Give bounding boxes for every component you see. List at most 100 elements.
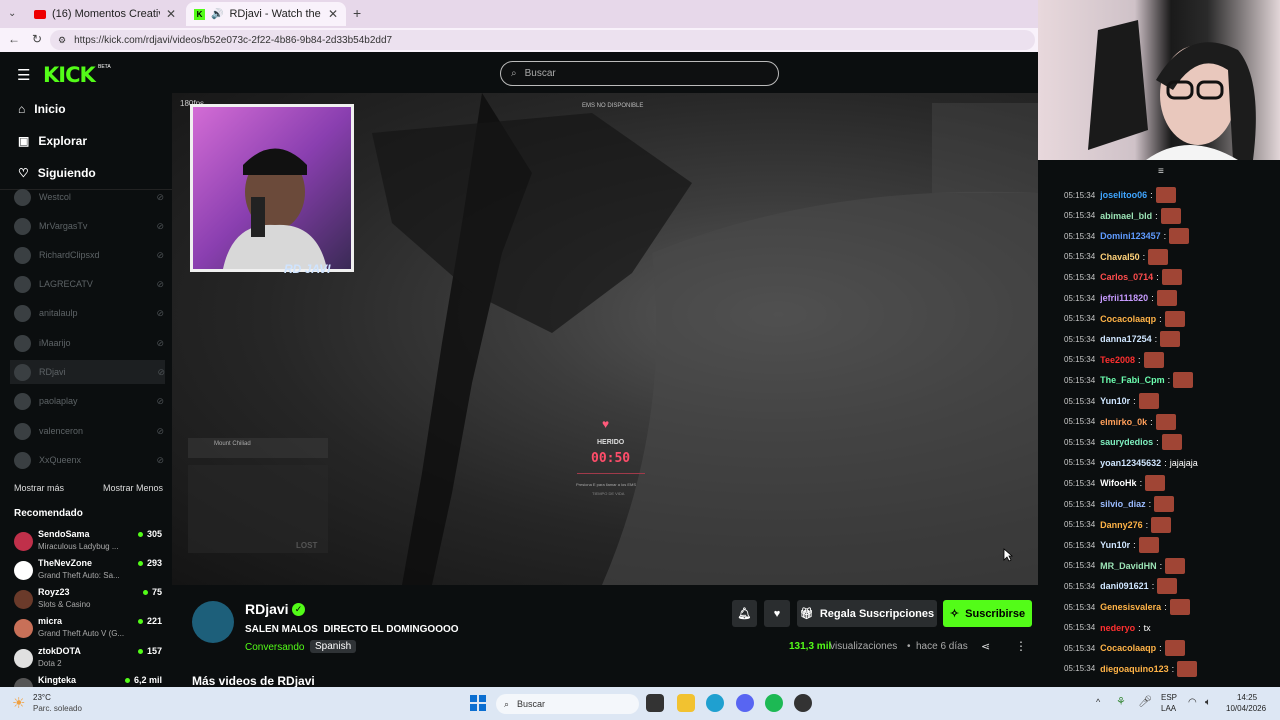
tray-chevron-icon[interactable]: ^ bbox=[1096, 697, 1100, 707]
chat-username[interactable]: Yun10r bbox=[1100, 396, 1130, 406]
recommended-item[interactable]: TheNevZone Grand Theft Auto: Sa... 293 bbox=[14, 558, 164, 586]
following-item[interactable]: RichardClipsxd ⊘ bbox=[14, 243, 164, 267]
chat-username[interactable]: Danny276 bbox=[1100, 520, 1143, 530]
recommended-item[interactable]: Royz23 Slots & Casino 75 bbox=[14, 587, 164, 615]
search-input[interactable]: ⌕ Buscar bbox=[500, 61, 779, 86]
following-item[interactable]: iMaarijo ⊘ bbox=[14, 331, 164, 355]
chat-username[interactable]: Carlos_0714 bbox=[1100, 272, 1153, 282]
nav-explorar[interactable]: ▣ Explorar bbox=[18, 134, 87, 148]
emote-icon bbox=[1169, 599, 1190, 615]
file-explorer-icon[interactable] bbox=[677, 694, 695, 712]
chat-username[interactable]: Domini123457 bbox=[1100, 231, 1161, 241]
chat-username[interactable]: diegoaquino123 bbox=[1100, 664, 1169, 674]
chat-username[interactable]: joselitoo06 bbox=[1100, 190, 1147, 200]
kick-logo[interactable]: KICK bbox=[43, 63, 96, 87]
chat-username[interactable]: nederyo bbox=[1100, 623, 1135, 633]
ems-banner: EMS NO DISPONIBLE bbox=[582, 103, 644, 109]
following-item[interactable]: valenceron ⊘ bbox=[14, 419, 164, 443]
chat-username[interactable]: Tee2008 bbox=[1100, 355, 1135, 365]
recommended-item[interactable]: Kingteka 6,2 mil bbox=[14, 675, 164, 687]
chat-message: 05:15:34 abimael_bld: bbox=[1064, 206, 1181, 226]
discord-icon[interactable] bbox=[736, 694, 754, 712]
chat-username[interactable]: Yun10r bbox=[1100, 540, 1130, 550]
taskbar-search[interactable]: ⌕ Buscar bbox=[496, 694, 639, 714]
subscribe-button[interactable]: ✧ Suscribirse bbox=[943, 600, 1032, 627]
views-label: visualizaciones bbox=[830, 641, 898, 652]
chat-message: 05:15:34 Carlos_0714: bbox=[1064, 267, 1182, 287]
site-info-icon[interactable]: ⚙ bbox=[58, 35, 66, 46]
tab-youtube[interactable]: (16) Momentos Creativos - YouTube ✕ bbox=[26, 2, 184, 26]
channel-name[interactable]: RDjavi bbox=[245, 601, 289, 617]
tray-app-icon[interactable]: ⚘ bbox=[1116, 695, 1126, 708]
tab-kick[interactable]: K 🔊 RDjavi - Watch the VOD on Kick ✕ bbox=[186, 2, 346, 26]
clock-time[interactable]: 14:25 bbox=[1237, 693, 1257, 702]
more-options-icon[interactable]: ⋮ bbox=[1015, 639, 1027, 653]
hamburger-menu-icon[interactable]: ☰ bbox=[17, 66, 30, 84]
chat-username[interactable]: Cocacolaaqp bbox=[1100, 643, 1156, 653]
reload-icon[interactable]: ↻ bbox=[32, 32, 42, 46]
following-item[interactable]: Westcol ⊘ bbox=[14, 185, 164, 209]
language-tag[interactable]: Spanish bbox=[310, 640, 357, 653]
follow-button[interactable]: ♥ bbox=[764, 600, 790, 627]
channel-avatar[interactable] bbox=[192, 601, 234, 643]
chat-username[interactable]: saurydedios bbox=[1100, 437, 1153, 447]
chat-username[interactable]: yoan12345632 bbox=[1100, 458, 1161, 468]
following-item-active[interactable]: RDjavi ⊘ bbox=[10, 360, 165, 384]
following-item[interactable]: MrVargasTv ⊘ bbox=[14, 214, 164, 238]
edge-icon[interactable] bbox=[706, 694, 724, 712]
close-tab-icon[interactable]: ✕ bbox=[328, 7, 338, 21]
clock-date[interactable]: 10/04/2026 bbox=[1226, 704, 1266, 713]
chat-username[interactable]: silvio_diaz bbox=[1100, 499, 1146, 509]
notify-button[interactable]: 🔔︎ bbox=[732, 600, 757, 627]
back-arrow-icon[interactable]: ← bbox=[8, 32, 20, 46]
chat-username[interactable]: dani091621 bbox=[1100, 581, 1149, 591]
recommended-item[interactable]: micra Grand Theft Auto V (G... 221 bbox=[14, 616, 164, 644]
avatar bbox=[14, 451, 31, 469]
chat-username[interactable]: elmirko_0k bbox=[1100, 417, 1147, 427]
chat-username[interactable]: Cocacolaaqp bbox=[1100, 314, 1156, 324]
nav-siguiendo[interactable]: ♡ Siguiendo bbox=[18, 166, 96, 180]
recommended-item[interactable]: ztokDOTA Dota 2 157 bbox=[14, 646, 164, 674]
weather-icon[interactable]: ☀ bbox=[12, 694, 25, 712]
mouse-cursor bbox=[1003, 548, 1013, 562]
windows-start-icon[interactable] bbox=[470, 695, 486, 711]
browse-icon: ▣ bbox=[18, 134, 30, 148]
volume-icon[interactable]: 🔈︎ bbox=[1205, 697, 1211, 708]
filter-icon[interactable]: ≡ bbox=[1158, 166, 1164, 177]
chat-username[interactable]: WifooHk bbox=[1100, 478, 1136, 488]
weather-temp[interactable]: 23°C bbox=[33, 693, 51, 702]
chat-username[interactable]: Genesisvalera bbox=[1100, 602, 1161, 612]
wifi-icon[interactable]: ◠ bbox=[1188, 697, 1197, 708]
speaker-icon[interactable]: 🔊 bbox=[211, 9, 223, 20]
show-less-link[interactable]: Mostrar Menos bbox=[103, 483, 163, 493]
obs-icon[interactable] bbox=[794, 694, 812, 712]
microphone-icon[interactable]: 🎤︎ bbox=[1138, 695, 1152, 708]
url-field[interactable]: ⚙ https://kick.com/rdjavi/videos/b52e073… bbox=[50, 30, 1035, 50]
language-layout[interactable]: LAA bbox=[1161, 704, 1176, 713]
chat-username[interactable]: abimael_bld bbox=[1100, 211, 1152, 221]
recommended-item[interactable]: SendoSama Miraculous Ladybug ... 305 bbox=[14, 529, 164, 557]
nav-inicio[interactable]: ⌂ Inicio bbox=[18, 102, 66, 116]
chat-username[interactable]: jefrii111820 bbox=[1100, 293, 1148, 303]
share-icon[interactable]: ⋖ bbox=[981, 640, 990, 653]
chat-username[interactable]: Chaval50 bbox=[1100, 252, 1140, 262]
show-more-link[interactable]: Mostrar más bbox=[14, 483, 64, 493]
category-link[interactable]: Conversando bbox=[245, 642, 304, 653]
avatar bbox=[14, 619, 33, 638]
chat-username[interactable]: MR_DavidHN bbox=[1100, 561, 1157, 571]
gift-subs-button[interactable]: 🎁︎ Regala Suscripciones bbox=[797, 600, 937, 627]
following-item[interactable]: anitalaulp ⊘ bbox=[14, 301, 164, 325]
following-item[interactable]: XxQueenx ⊘ bbox=[14, 448, 164, 472]
following-item[interactable]: paolaplay ⊘ bbox=[14, 389, 164, 413]
weather-desc[interactable]: Parc. soleado bbox=[33, 704, 82, 713]
new-tab-icon[interactable]: + bbox=[353, 5, 361, 21]
close-tab-icon[interactable]: ✕ bbox=[166, 7, 176, 21]
task-view-icon[interactable] bbox=[646, 694, 664, 712]
message-time: 05:15:34 bbox=[1064, 540, 1096, 550]
language-indicator[interactable]: ESP bbox=[1161, 693, 1177, 702]
tab-list-chevron-icon[interactable]: ⌄ bbox=[8, 8, 16, 19]
spotify-icon[interactable] bbox=[765, 694, 783, 712]
following-item[interactable]: LAGRECATV ⊘ bbox=[14, 272, 164, 296]
chat-username[interactable]: danna17254 bbox=[1100, 334, 1152, 344]
chat-username[interactable]: The_Fabi_Cpm bbox=[1100, 375, 1165, 385]
